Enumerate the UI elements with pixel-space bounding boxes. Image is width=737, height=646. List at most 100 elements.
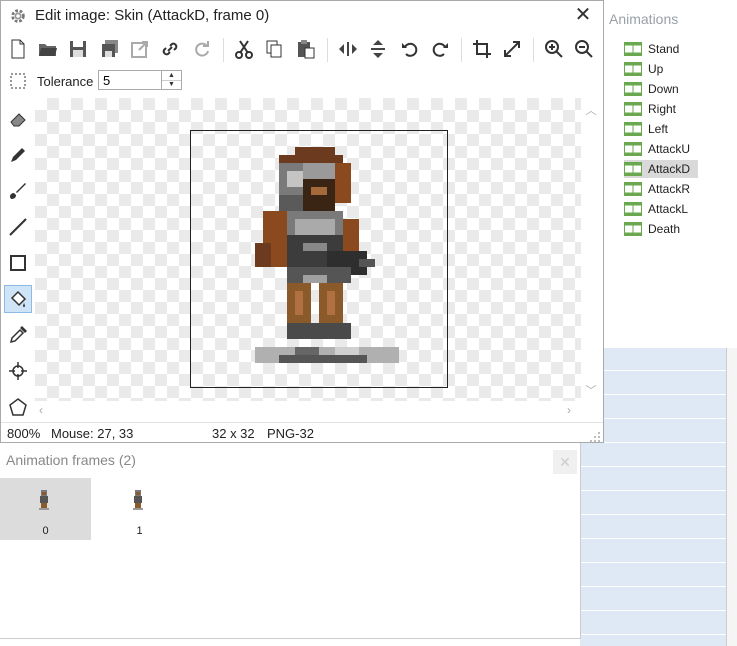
save-button[interactable] [65,36,91,62]
refresh-icon [195,41,209,57]
copy-button[interactable] [261,36,287,62]
window-title: Edit image: Skin (AttackD, frame 0) [35,7,270,24]
scroll-up-icon[interactable]: ︿ [585,102,597,117]
rotate-right-button[interactable] [427,36,453,62]
divider [580,586,726,587]
rotate-left-button[interactable] [397,36,423,62]
animation-item-label: AttackD [648,162,691,176]
animation-item-label: Stand [648,42,680,56]
animation-item-label: Up [648,62,664,76]
animation-item-label: Down [648,82,679,96]
paste-icon [298,40,315,59]
cut-button[interactable] [231,36,257,62]
frame-label: 1 [136,525,143,537]
image-frame[interactable] [190,130,448,388]
image-format: PNG-32 [267,426,314,441]
new-button[interactable] [5,36,31,62]
line-tool[interactable] [4,213,32,241]
animation-item-death[interactable]: Death [624,220,698,238]
eraser-tool[interactable] [4,105,32,133]
film-strip-icon [624,42,642,56]
crosshair-tool[interactable] [4,357,32,385]
film-strip-icon [624,162,642,176]
animation-item-attackl[interactable]: AttackL [624,200,698,218]
edit-image-window: Edit image: Skin (AttackD, frame 0) ✕ To… [0,0,604,443]
tolerance-input[interactable] [98,70,162,90]
divider [580,634,726,635]
open-button[interactable] [35,36,61,62]
tolerance-spinner[interactable]: ▲ ▼ [162,70,182,90]
animation-item-right[interactable]: Right [624,100,698,118]
frame-sprite-image [39,490,49,510]
export-button[interactable] [127,36,153,62]
vertical-scrollbar[interactable]: ︿ ﹀ [581,98,601,401]
gear-icon [11,9,25,23]
zoom-in-button[interactable] [541,36,567,62]
animation-item-stand[interactable]: Stand [624,40,698,58]
divider [580,610,726,611]
rectangle-tool[interactable] [4,249,32,277]
zoom-level: 800% [7,426,41,441]
frame-thumbnail-1[interactable]: 1 [94,478,185,540]
save-all-button[interactable] [97,36,123,62]
tolerance-label: Tolerance [37,74,94,89]
animation-item-attacku[interactable]: AttackU [624,140,698,158]
animation-item-label: AttackR [648,182,691,196]
right-edge-scrollbar[interactable] [726,348,737,646]
drawing-tools-panel [1,99,35,419]
fill-bucket-tool[interactable] [4,285,32,313]
animation-item-attackd[interactable]: AttackD [624,160,698,178]
title-bar[interactable]: Edit image: Skin (AttackD, frame 0) ✕ [1,1,603,31]
eyedropper-icon [9,326,27,344]
animation-item-attackr[interactable]: AttackR [624,180,698,198]
flip-vertical-button[interactable] [365,36,391,62]
close-icon[interactable]: ✕ [572,4,594,26]
refresh-button[interactable] [189,36,215,62]
scroll-down-icon[interactable]: ﹀ [585,382,597,397]
save-icon [70,41,86,57]
animation-item-up[interactable]: Up [624,60,698,78]
scroll-right-icon[interactable]: › [567,403,579,417]
zoom-out-icon [575,40,593,58]
crop-button[interactable] [469,36,495,62]
animations-panel: Animations Stand Up Down Right Left AttackU At… [598,0,737,349]
eyedropper-tool[interactable] [4,321,32,349]
divider [580,514,726,515]
animation-item-down[interactable]: Down [624,80,698,98]
cut-icon [235,40,253,59]
divider [580,538,726,539]
animation-item-left[interactable]: Left [624,120,698,138]
resize-grip-icon[interactable] [589,431,601,443]
export-icon [131,41,148,58]
animation-item-label: Death [648,222,681,236]
frame-label: 0 [42,525,49,537]
frame-thumbnail-0[interactable]: 0 [0,478,91,540]
sprite-image [255,147,399,363]
resize-icon [504,41,520,57]
zoom-in-icon [545,40,563,58]
mouse-position: Mouse: 27, 33 [51,426,134,441]
crop-icon [473,40,491,58]
zoom-out-button[interactable] [571,36,597,62]
scroll-left-icon[interactable]: ‹ [39,403,51,417]
crosshair-icon [9,362,27,380]
animation-item-label: Right [648,102,677,116]
divider [580,490,726,491]
link-button[interactable] [157,36,183,62]
flip-horizontal-icon [339,42,357,56]
toolbar-separator [533,38,534,62]
polygon-tool[interactable] [4,393,32,421]
brush-tool[interactable] [4,177,32,205]
pencil-tool[interactable] [4,141,32,169]
paste-button[interactable] [293,36,319,62]
flip-horizontal-button[interactable] [335,36,361,62]
film-strip-icon [624,142,642,156]
resize-button[interactable] [499,36,525,62]
select-tool[interactable] [4,67,32,95]
animation-item-label: AttackL [648,202,689,216]
horizontal-scrollbar[interactable]: ‹ › [35,401,581,419]
close-button[interactable]: ✕ [553,450,577,474]
image-canvas[interactable] [35,98,581,401]
divider [580,466,726,467]
spin-down-icon[interactable]: ▼ [162,80,181,89]
